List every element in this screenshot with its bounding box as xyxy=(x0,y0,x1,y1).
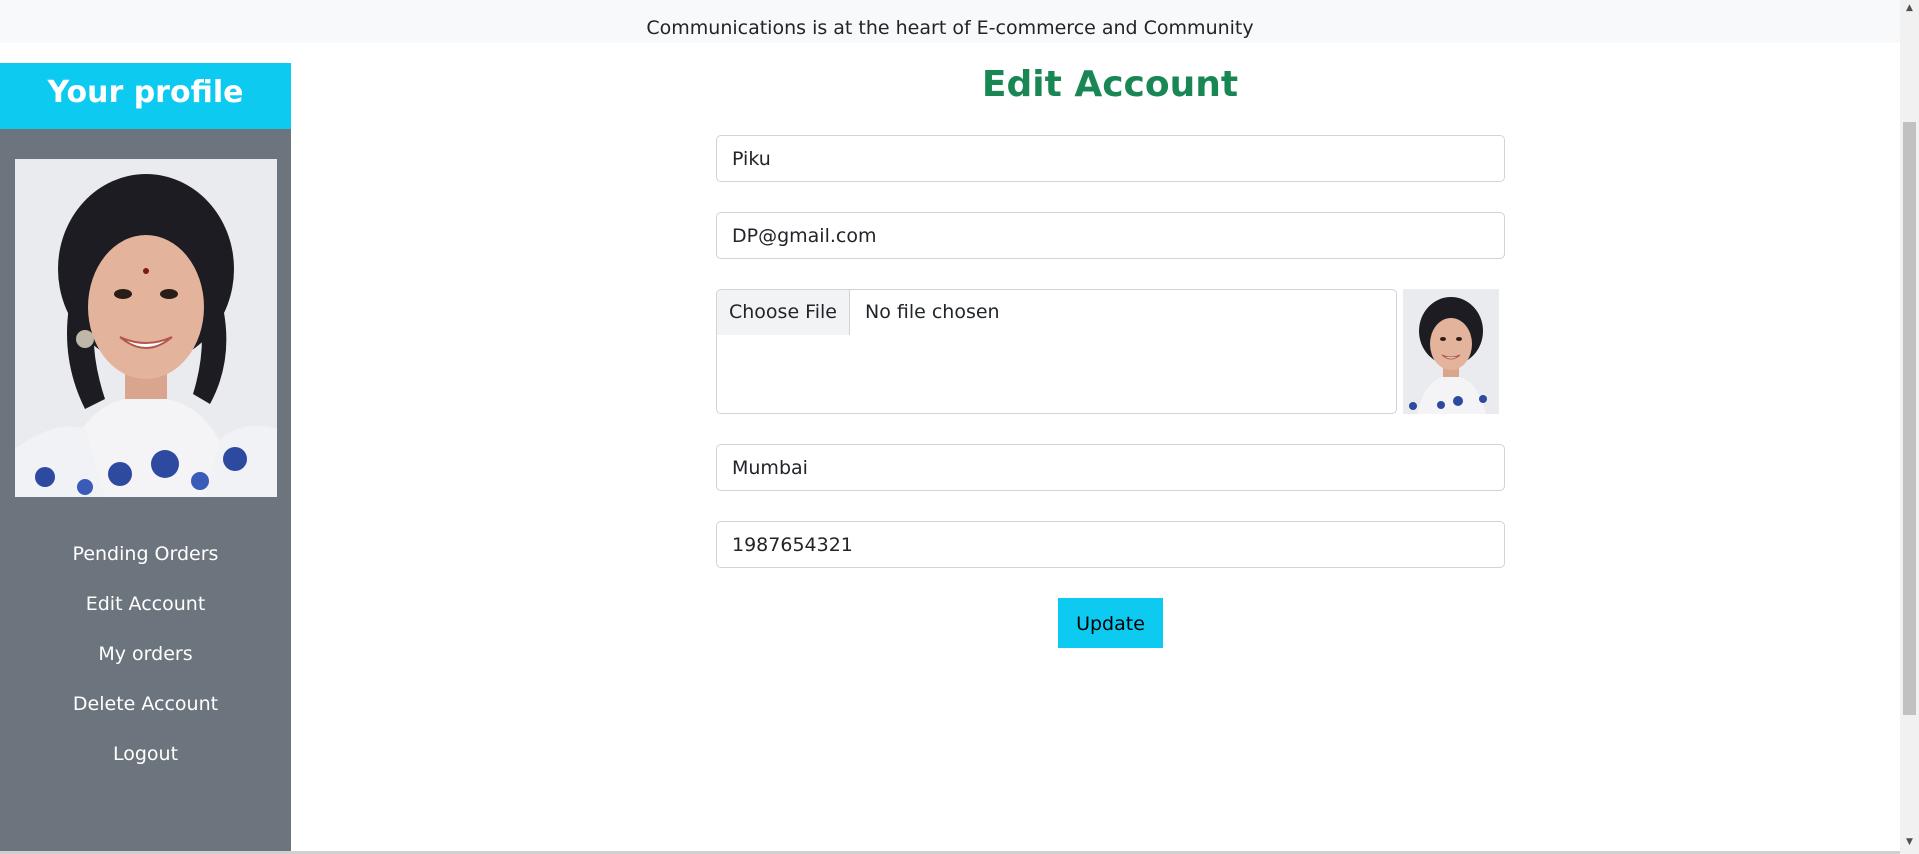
scroll-down-icon[interactable]: ▼ xyxy=(1900,834,1919,851)
sidebar-item-pending-orders[interactable]: Pending Orders xyxy=(0,529,291,579)
page-scrollbar[interactable]: ▲ ▼ xyxy=(1900,0,1919,854)
top-banner: Communications is at the heart of E-comm… xyxy=(0,0,1900,43)
sidebar-item-my-orders[interactable]: My orders xyxy=(0,629,291,679)
sidebar-item-delete-account[interactable]: Delete Account xyxy=(0,679,291,729)
scrollbar-thumb[interactable] xyxy=(1903,122,1916,715)
sidebar-nav: Pending Orders Edit Account My orders De… xyxy=(0,529,291,779)
phone-field[interactable] xyxy=(716,521,1505,568)
city-field[interactable] xyxy=(716,444,1505,491)
sidebar: Your profile Pending Orders Edit Account… xyxy=(0,63,291,854)
scroll-up-icon[interactable]: ▲ xyxy=(1900,0,1919,17)
sidebar-item-logout[interactable]: Logout xyxy=(0,729,291,779)
file-status-text: No file chosen xyxy=(865,301,1000,323)
thumbnail-illustration xyxy=(1403,289,1499,414)
profile-image-file-input[interactable]: Choose File No file chosen xyxy=(716,289,1397,414)
name-field[interactable] xyxy=(716,135,1505,182)
update-button[interactable]: Update xyxy=(1058,598,1163,648)
sidebar-title: Your profile xyxy=(0,63,291,129)
page-title: Edit Account xyxy=(981,64,1239,105)
email-field[interactable] xyxy=(716,212,1505,259)
profile-photo-illustration xyxy=(15,159,277,497)
profile-photo xyxy=(15,159,277,497)
banner-text: Communications is at the heart of E-comm… xyxy=(646,17,1254,39)
profile-image-thumbnail xyxy=(1403,289,1499,414)
sidebar-item-edit-account[interactable]: Edit Account xyxy=(0,579,291,629)
choose-file-button[interactable]: Choose File xyxy=(717,290,850,335)
